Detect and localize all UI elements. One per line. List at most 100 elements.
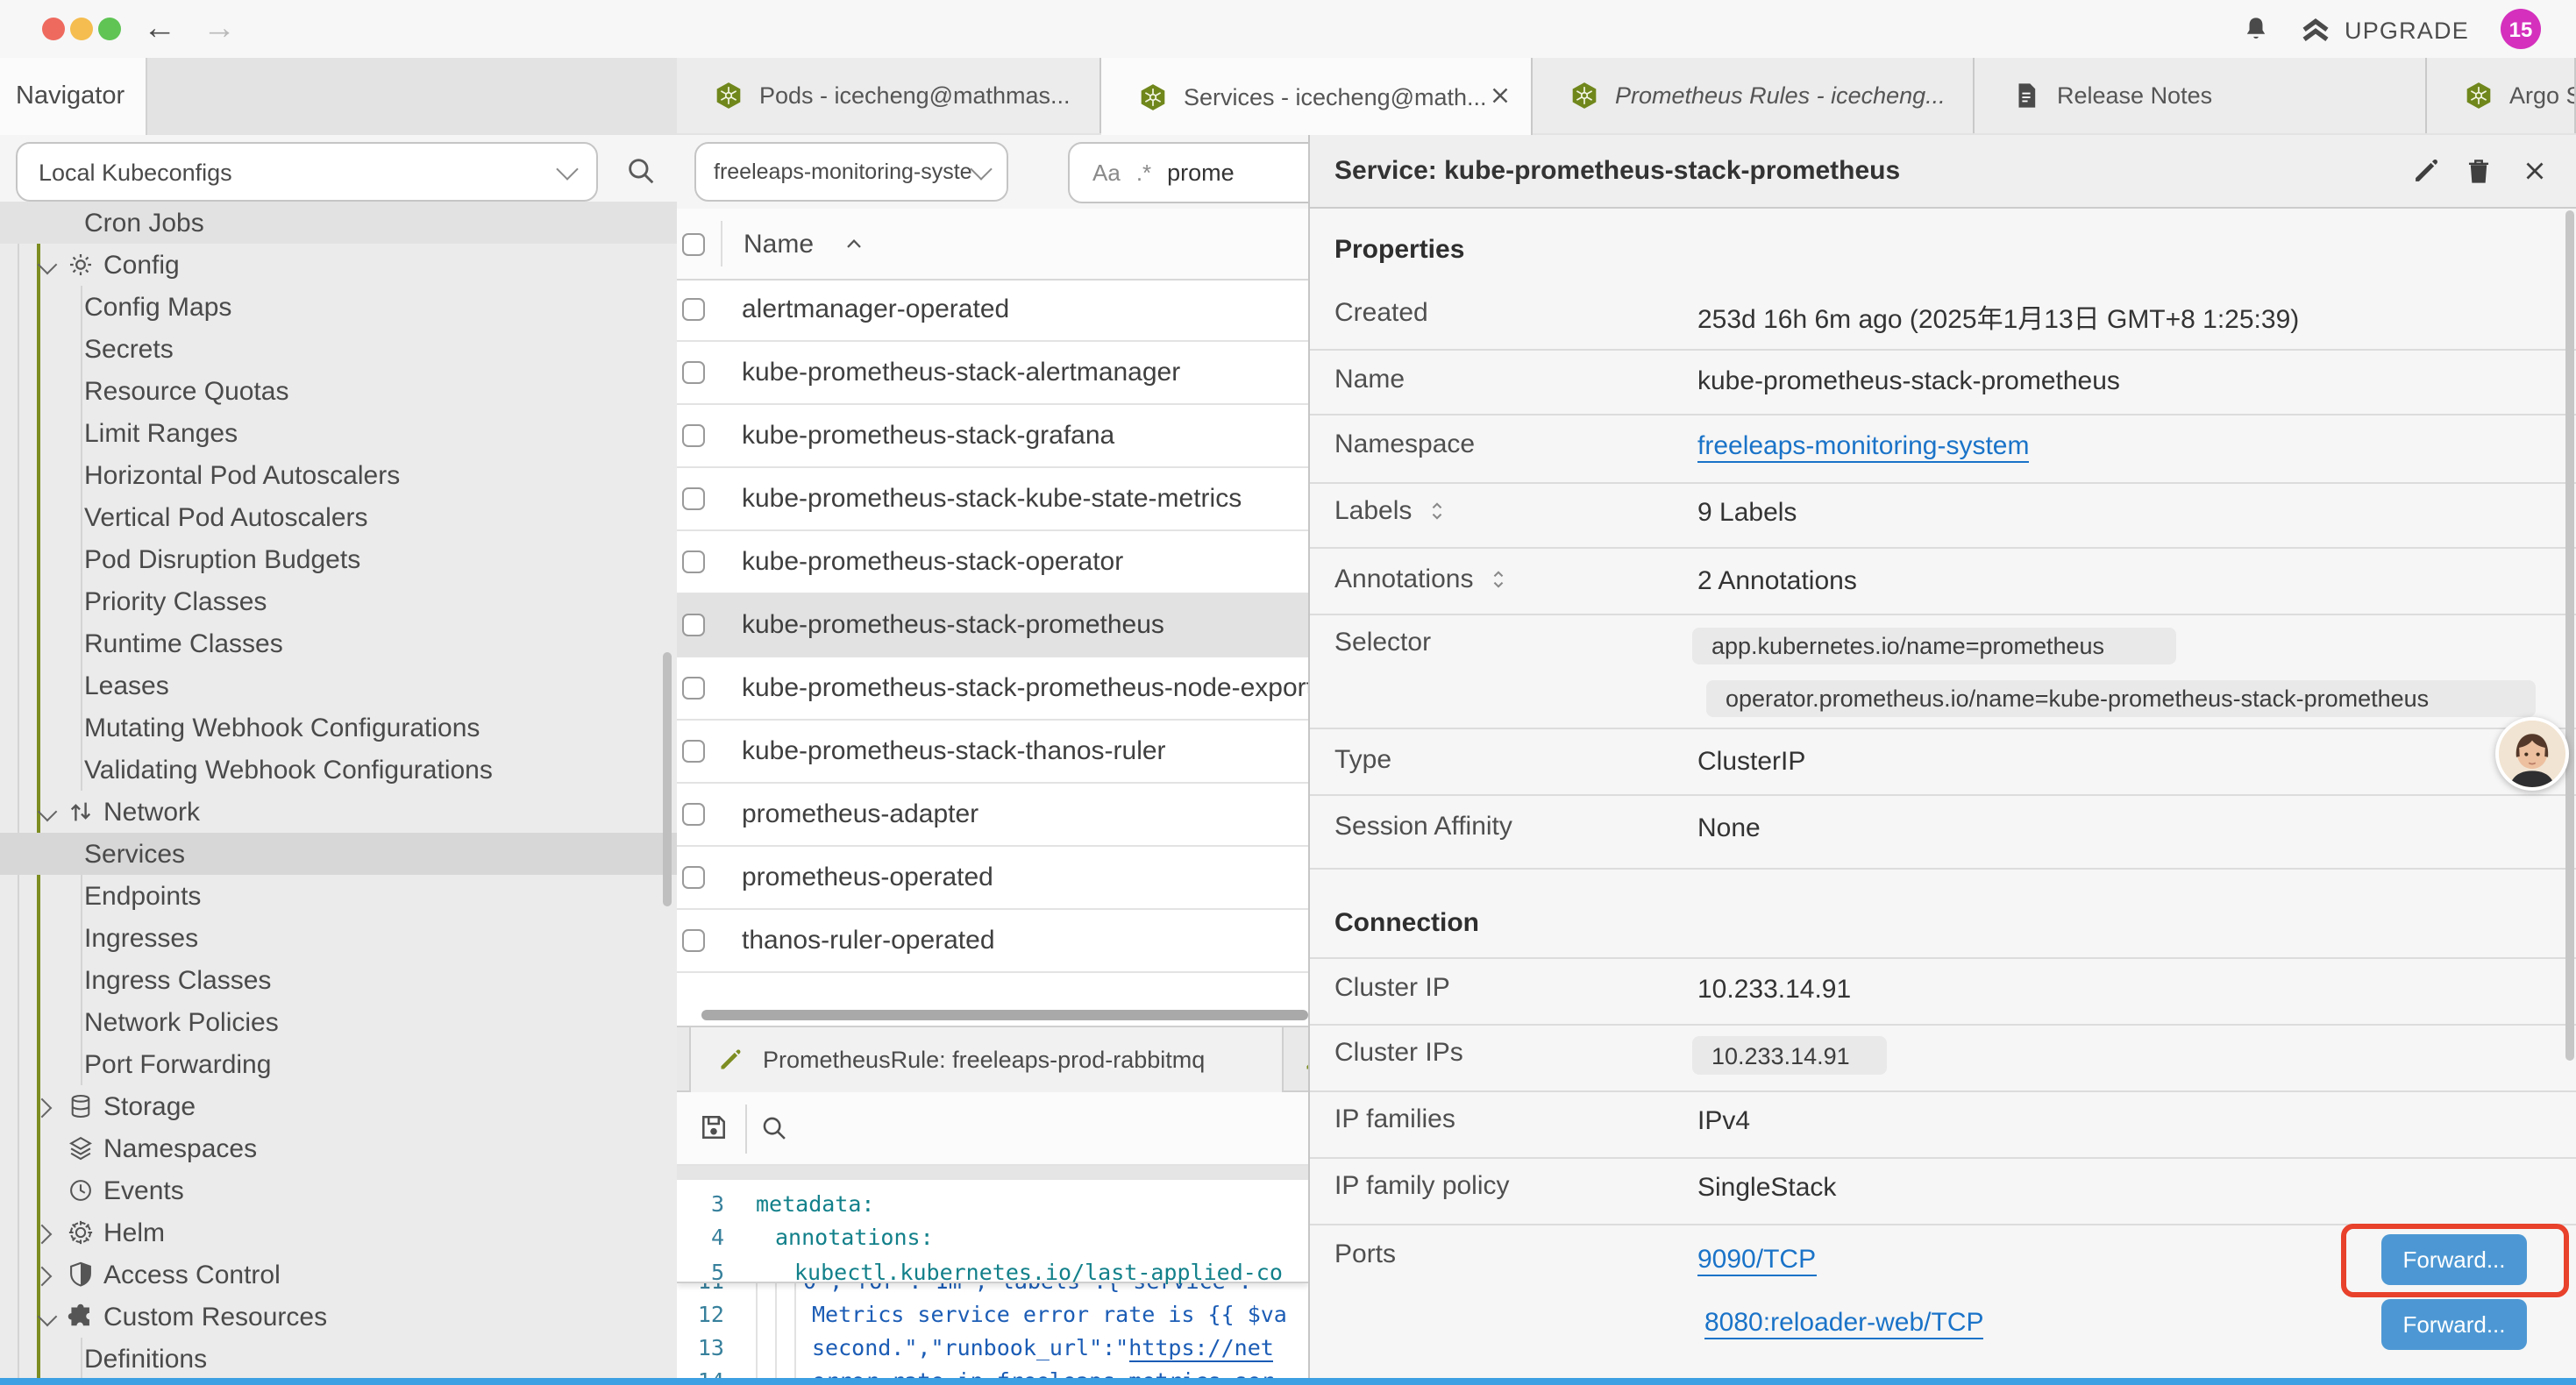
chevron-right-icon[interactable]: [32, 1225, 53, 1245]
sidebar-item-definitions[interactable]: Definitions: [0, 1338, 677, 1380]
window-tab-0[interactable]: Pods - icecheng@mathmas...: [677, 58, 1101, 133]
sidebar-item-config-maps[interactable]: Config Maps: [0, 286, 677, 328]
sidebar-item-validating-webhook-configurations[interactable]: Validating Webhook Configurations: [0, 749, 677, 791]
sidebar-item-resource-quotas[interactable]: Resource Quotas: [0, 370, 677, 412]
row-checkbox[interactable]: [682, 803, 705, 826]
runbook-url-link[interactable]: https://net: [1128, 1334, 1274, 1362]
sidebar-item-cron-jobs[interactable]: Cron Jobs: [0, 202, 677, 244]
user-avatar[interactable]: [2495, 717, 2569, 791]
sidebar-item-limit-ranges[interactable]: Limit Ranges: [0, 412, 677, 454]
sidebar-item-storage[interactable]: Storage: [0, 1085, 677, 1127]
delete-resource-icon[interactable]: [2464, 156, 2494, 186]
window-tab-4[interactable]: Argo Se: [2427, 58, 2576, 133]
table-row[interactable]: kube-prometheus-stack-alertmanager: [677, 342, 1308, 405]
table-row[interactable]: thanos-ruler-operated: [677, 910, 1308, 973]
chevron-down-icon[interactable]: [38, 802, 58, 822]
sort-updown-icon[interactable]: [1487, 567, 1510, 590]
table-row[interactable]: kube-prometheus-stack-prometheus: [677, 594, 1308, 657]
namespace-select[interactable]: freeleaps-monitoring-system: [694, 142, 1008, 202]
editor-tab-next-partial[interactable]: [1292, 1027, 1308, 1092]
traffic-light-minimize-icon[interactable]: [70, 18, 93, 40]
namespace-link[interactable]: freeleaps-monitoring-system: [1697, 430, 2030, 462]
traffic-light-zoom-icon[interactable]: [98, 18, 121, 40]
table-row[interactable]: prometheus-adapter: [677, 784, 1308, 847]
row-checkbox[interactable]: [682, 298, 705, 321]
chevron-down-icon[interactable]: [38, 1307, 58, 1327]
row-checkbox[interactable]: [682, 677, 705, 700]
sort-updown-icon[interactable]: [1426, 500, 1448, 522]
traffic-light-close-icon[interactable]: [42, 18, 65, 40]
navigator-panel-tab[interactable]: Navigator: [0, 58, 147, 135]
row-checkbox[interactable]: [682, 740, 705, 763]
table-row[interactable]: alertmanager-operated: [677, 279, 1308, 342]
table-row[interactable]: kube-prometheus-stack-prometheus-node-ex…: [677, 657, 1308, 721]
name-column-header[interactable]: Name: [744, 229, 814, 259]
forward-button-0[interactable]: Forward...: [2381, 1234, 2527, 1285]
close-panel-icon[interactable]: [2520, 156, 2550, 186]
table-row[interactable]: kube-prometheus-stack-thanos-ruler: [677, 721, 1308, 784]
close-tab-icon[interactable]: [1487, 82, 1513, 109]
sidebar-item-priority-classes[interactable]: Priority Classes: [0, 580, 677, 622]
chevron-down-icon[interactable]: [38, 255, 58, 275]
row-checkbox[interactable]: [682, 614, 705, 636]
sidebar-item-ingresses[interactable]: Ingresses: [0, 917, 677, 959]
sidebar-item-runtime-classes[interactable]: Runtime Classes: [0, 622, 677, 664]
chevron-right-icon[interactable]: [32, 1267, 53, 1287]
forward-button[interactable]: →: [196, 7, 242, 51]
sidebar-item-access-control[interactable]: Access Control: [0, 1254, 677, 1296]
edit-resource-icon[interactable]: [2411, 156, 2441, 186]
sidebar-item-ingress-classes[interactable]: Ingress Classes: [0, 959, 677, 1001]
sidebar-item-port-forwarding[interactable]: Port Forwarding: [0, 1043, 677, 1085]
upgrade-button[interactable]: UPGRADE: [2299, 11, 2469, 49]
sidebar-item-helm[interactable]: Helm: [0, 1211, 677, 1254]
port-link-0[interactable]: 9090/TCP: [1697, 1245, 1816, 1276]
select-all-checkbox[interactable]: [682, 232, 705, 255]
sidebar-scrollbar[interactable]: [663, 652, 672, 906]
row-checkbox[interactable]: [682, 550, 705, 573]
list-search-input[interactable]: Aa .* prome: [1068, 142, 1308, 203]
regex-toggle[interactable]: .*: [1136, 160, 1151, 186]
window-tab-3[interactable]: Release Notes: [1975, 58, 2427, 133]
editor-search-icon[interactable]: [759, 1113, 789, 1143]
row-checkbox[interactable]: [682, 424, 705, 447]
kubeconfig-select[interactable]: Local Kubeconfigs: [16, 142, 598, 202]
sidebar-search-icon[interactable]: [624, 154, 658, 188]
forward-button-1[interactable]: Forward...: [2381, 1299, 2527, 1350]
port-link-1[interactable]: 8080:reloader-web/TCP: [1704, 1308, 1984, 1339]
window-tab-1[interactable]: Services - icecheng@math...: [1101, 58, 1533, 135]
sidebar-item-config[interactable]: Config: [0, 244, 677, 286]
table-row[interactable]: kube-prometheus-stack-operator: [677, 531, 1308, 594]
sidebar-item-endpoints[interactable]: Endpoints: [0, 875, 677, 917]
chevron-right-icon[interactable]: [32, 1098, 53, 1119]
row-checkbox[interactable]: [682, 361, 705, 384]
yaml-editor[interactable]: 3metadata:4annotations:5kubectl.kubernet…: [677, 1180, 1308, 1385]
match-case-toggle[interactable]: Aa: [1092, 160, 1121, 186]
list-horizontal-scrollbar[interactable]: [701, 1010, 1308, 1020]
editor-tab-prometheusrule[interactable]: PrometheusRule: freeleaps-prod-rabbitmq: [689, 1027, 1284, 1092]
window-tab-2[interactable]: Prometheus Rules - icecheng...: [1533, 58, 1975, 133]
row-checkbox[interactable]: [682, 487, 705, 510]
sort-ascending-icon[interactable]: [842, 231, 866, 256]
notifications-bell-icon[interactable]: [2241, 14, 2271, 44]
back-button[interactable]: ←: [137, 7, 182, 51]
notification-count-badge[interactable]: 15: [2501, 9, 2541, 49]
detail-scrollbar[interactable]: [2565, 210, 2574, 1061]
sidebar-item-secrets[interactable]: Secrets: [0, 328, 677, 370]
sidebar-item-pod-disruption-budgets[interactable]: Pod Disruption Budgets: [0, 538, 677, 580]
sidebar-item-leases[interactable]: Leases: [0, 664, 677, 707]
save-icon[interactable]: [698, 1112, 729, 1143]
sidebar-item-network-policies[interactable]: Network Policies: [0, 1001, 677, 1043]
sidebar-item-horizontal-pod-autoscalers[interactable]: Horizontal Pod Autoscalers: [0, 454, 677, 496]
sidebar-item-services[interactable]: Services: [0, 833, 677, 875]
row-checkbox[interactable]: [682, 866, 705, 889]
table-row[interactable]: kube-prometheus-stack-kube-state-metrics: [677, 468, 1308, 531]
sidebar-item-vertical-pod-autoscalers[interactable]: Vertical Pod Autoscalers: [0, 496, 677, 538]
sidebar-item-custom-resources[interactable]: Custom Resources: [0, 1296, 677, 1338]
sidebar-item-events[interactable]: Events: [0, 1169, 677, 1211]
table-row[interactable]: kube-prometheus-stack-grafana: [677, 405, 1308, 468]
sidebar-item-mutating-webhook-configurations[interactable]: Mutating Webhook Configurations: [0, 707, 677, 749]
sidebar-item-namespaces[interactable]: Namespaces: [0, 1127, 677, 1169]
sidebar-item-network[interactable]: Network: [0, 791, 677, 833]
table-row[interactable]: prometheus-operated: [677, 847, 1308, 910]
row-checkbox[interactable]: [682, 929, 705, 952]
